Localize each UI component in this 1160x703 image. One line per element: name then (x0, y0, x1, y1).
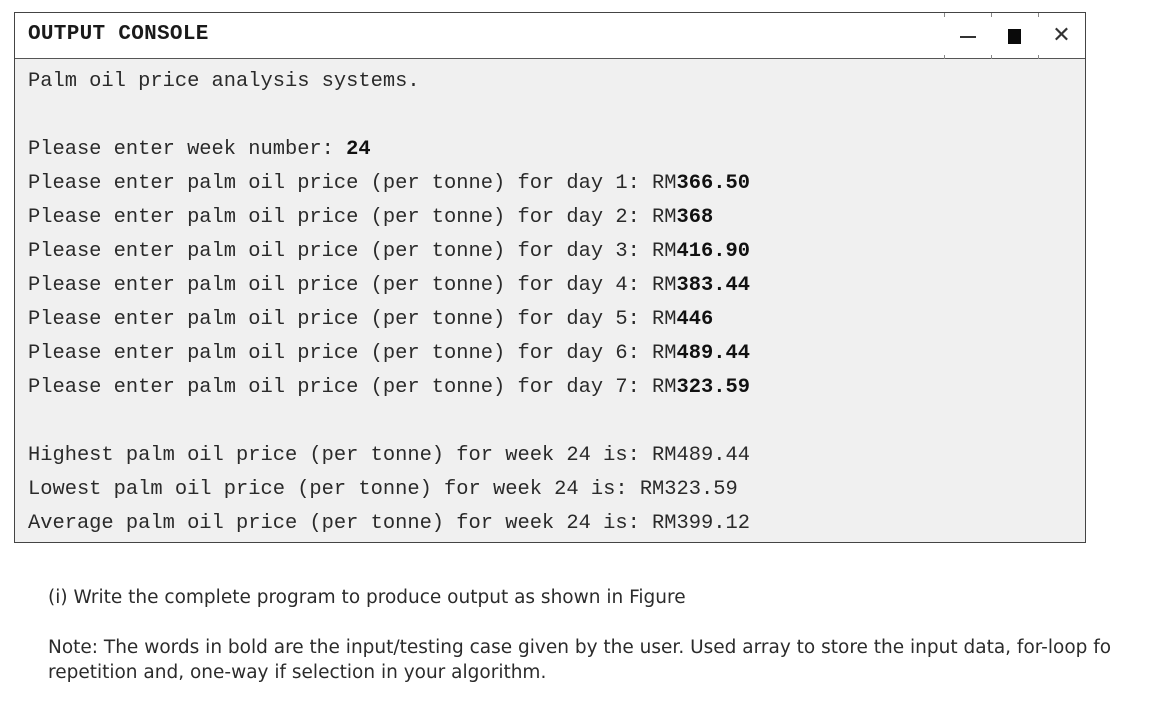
price-prompt: Please enter palm oil price (per tonne) … (28, 376, 677, 399)
highest-price-result: Highest palm oil price (per tonne) for w… (28, 444, 750, 467)
price-input-value: 366.50 (676, 172, 750, 195)
question-note-line-2: repetition and, one-way if selection in … (48, 662, 547, 683)
question-part-i: (i) Write the complete program to produc… (48, 587, 686, 608)
price-prompt: Please enter palm oil price (per tonne) … (28, 240, 677, 263)
close-button[interactable]: ✕ (1038, 13, 1085, 59)
price-input-value: 323.59 (676, 376, 750, 399)
window-title: OUTPUT CONSOLE (28, 23, 209, 46)
week-input-value: 24 (346, 138, 371, 161)
price-prompt: Please enter palm oil price (per tonne) … (28, 308, 677, 331)
price-prompt-line: Please enter palm oil price (per tonne) … (28, 303, 1085, 337)
console-header-line: Palm oil price analysis systems. (28, 70, 420, 93)
price-prompt: Please enter palm oil price (per tonne) … (28, 172, 677, 195)
price-prompt-line: Please enter palm oil price (per tonne) … (28, 269, 1085, 303)
price-input-value: 489.44 (676, 342, 750, 365)
maximize-button[interactable] (991, 13, 1038, 59)
price-prompt-line: Please enter palm oil price (per tonne) … (28, 371, 1085, 405)
price-input-value: 383.44 (676, 274, 750, 297)
week-prompt: Please enter week number: (28, 138, 347, 161)
price-prompt-line: Please enter palm oil price (per tonne) … (28, 167, 1085, 201)
console-output: Palm oil price analysis systems. Please … (15, 59, 1085, 541)
week-prompt-line: Please enter week number: 24 (28, 133, 1085, 167)
minimize-button[interactable] (944, 13, 991, 59)
window-controls: ✕ (944, 13, 1085, 59)
price-prompt: Please enter palm oil price (per tonne) … (28, 206, 677, 229)
price-input-value: 446 (676, 308, 714, 331)
lowest-price-result: Lowest palm oil price (per tonne) for we… (28, 478, 738, 501)
output-console-window: OUTPUT CONSOLE ✕ Palm oil price analysis… (14, 12, 1086, 543)
price-prompt-line: Please enter palm oil price (per tonne) … (28, 337, 1085, 371)
maximize-icon (1008, 28, 1021, 44)
average-price-result: Average palm oil price (per tonne) for w… (28, 512, 750, 535)
price-input-value: 416.90 (676, 240, 750, 263)
minimize-icon (959, 36, 976, 38)
price-prompt: Please enter palm oil price (per tonne) … (28, 274, 677, 297)
price-prompt-line: Please enter palm oil price (per tonne) … (28, 201, 1085, 235)
title-bar: OUTPUT CONSOLE ✕ (15, 13, 1085, 59)
question-note-line-1: Note: The words in bold are the input/te… (48, 637, 1112, 658)
close-icon: ✕ (1052, 23, 1071, 48)
price-prompt: Please enter palm oil price (per tonne) … (28, 342, 677, 365)
question-note: Note: The words in bold are the input/te… (48, 635, 1111, 685)
price-prompt-line: Please enter palm oil price (per tonne) … (28, 235, 1085, 269)
price-input-value: 368 (676, 206, 714, 229)
